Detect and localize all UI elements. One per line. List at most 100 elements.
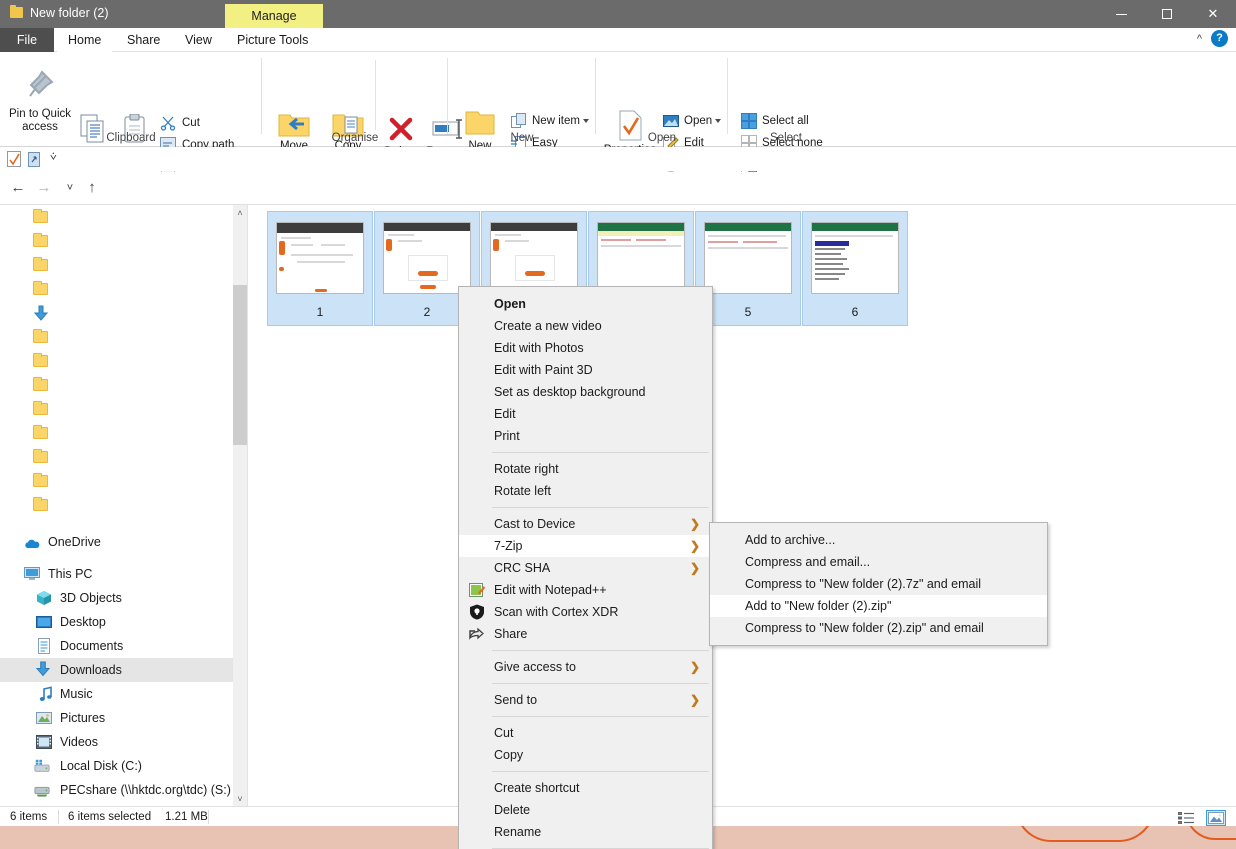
context-menu-item-crc-sha[interactable]: CRC SHA ❯: [459, 557, 712, 579]
context-menu-item-cast-to-device[interactable]: Cast to Device ❯: [459, 513, 712, 535]
submenu-item-compress-to-7z-and-email[interactable]: Compress to "New folder (2).7z" and emai…: [710, 573, 1047, 595]
qat-new-folder-icon[interactable]: [26, 151, 42, 167]
context-menu-item-edit-with-photos[interactable]: Edit with Photos: [459, 337, 712, 359]
sidebar-item-music[interactable]: Music: [0, 682, 233, 706]
navigation-pane-scrollbar[interactable]: ˄ ˅: [233, 205, 247, 807]
sidebar-item-desktop[interactable]: Desktop: [0, 610, 233, 634]
context-menu-item-copy[interactable]: Copy: [459, 744, 712, 766]
minimize-button[interactable]: [1098, 0, 1144, 28]
context-menu-item-rename[interactable]: Rename: [459, 821, 712, 843]
help-icon[interactable]: ?: [1211, 30, 1228, 47]
chevron-down-icon[interactable]: [715, 118, 722, 123]
pin-to-quick-access-button[interactable]: Pin to Quick access: [8, 108, 72, 134]
sidebar-item-downloads[interactable]: Downloads: [0, 658, 233, 682]
file-item-6[interactable]: 6: [802, 211, 908, 326]
submenu-arrow-icon[interactable]: ❯: [690, 535, 700, 557]
context-menu-separator: [492, 452, 709, 453]
sidebar-item-this-pc[interactable]: This PC: [0, 562, 233, 586]
submenu-7zip[interactable]: Add to archive... Compress and email... …: [709, 522, 1048, 646]
submenu-item-add-to-archive[interactable]: Add to archive...: [710, 529, 1047, 551]
context-menu-separator: [492, 771, 709, 772]
pin-label-line1: Pin to Quick: [9, 108, 71, 120]
local-disk-icon: [34, 759, 50, 772]
sidebar-item-documents[interactable]: Documents: [0, 634, 233, 658]
contextual-tab-manage[interactable]: Manage: [225, 4, 323, 28]
music-note-icon: [39, 686, 52, 701]
new-item-icon: [511, 113, 526, 128]
group-label-organise: Organise: [331, 132, 379, 144]
context-menu-item-edit-with-notepadpp[interactable]: Edit with Notepad++: [459, 579, 712, 601]
tab-home[interactable]: Home: [57, 28, 113, 52]
recent-locations-button[interactable]: ˅: [60, 178, 80, 198]
sidebar-item-local-disk-c[interactable]: Local Disk (C:): [0, 754, 233, 778]
background-curve-shape: [1015, 826, 1155, 842]
tab-share[interactable]: Share: [116, 28, 171, 52]
file-item-1[interactable]: 1: [267, 211, 373, 326]
status-size: 1.21 MB: [165, 811, 208, 823]
scroll-up-arrow-icon[interactable]: ˄: [233, 205, 247, 221]
submenu-item-add-to-zip[interactable]: Add to "New folder (2).zip": [710, 595, 1047, 617]
ribbon-group-new: New folder New item Easy access New: [448, 52, 596, 171]
context-menu-item-cut[interactable]: Cut: [459, 722, 712, 744]
details-view-icon[interactable]: [1176, 810, 1196, 826]
context-menu-item-give-access-to[interactable]: Give access to ❯: [459, 656, 712, 678]
context-menu-item-print[interactable]: Print: [459, 425, 712, 447]
up-button[interactable]: ↑: [82, 178, 102, 198]
status-divider: [58, 810, 59, 824]
file-name: 6: [851, 305, 859, 319]
context-menu-separator: [492, 507, 709, 508]
context-menu[interactable]: Open Create a new video Edit with Photos…: [458, 286, 713, 849]
file-thumbnail: [383, 222, 471, 294]
back-button[interactable]: ←: [8, 178, 28, 198]
ribbon: Pin to Quick access Copy Paste: [0, 52, 1236, 175]
context-menu-item-edit[interactable]: Edit: [459, 403, 712, 425]
sidebar-item-pecshare[interactable]: PECshare (\\hktdc.org\tdc) (S:): [0, 778, 233, 802]
context-menu-item-set-as-desktop-background[interactable]: Set as desktop background: [459, 381, 712, 403]
sidebar-item-onedrive[interactable]: OneDrive: [0, 530, 233, 554]
collapse-ribbon-icon[interactable]: ^: [1197, 33, 1202, 45]
file-list-pane[interactable]: 1 2 5 6: [248, 205, 1236, 807]
downloads-arrow-icon: [35, 661, 51, 677]
context-menu-item-delete[interactable]: Delete: [459, 799, 712, 821]
chevron-down-icon[interactable]: [582, 118, 589, 123]
close-button[interactable]: ✕: [1190, 0, 1236, 28]
context-menu-item-7-zip[interactable]: 7-Zip ❯: [459, 535, 712, 557]
context-menu-item-create-shortcut[interactable]: Create shortcut: [459, 777, 712, 799]
open-picture-icon: [663, 115, 679, 127]
quick-access-toolbar: ⩒: [0, 147, 1236, 171]
scroll-down-arrow-icon[interactable]: ˅: [233, 791, 247, 807]
context-menu-item-send-to[interactable]: Send to ❯: [459, 689, 712, 711]
sidebar-item-3d-objects[interactable]: 3D Objects: [0, 586, 233, 610]
context-menu-item-open[interactable]: Open: [459, 293, 712, 315]
submenu-arrow-icon[interactable]: ❯: [690, 557, 700, 579]
tab-file[interactable]: File: [0, 28, 54, 52]
submenu-item-compress-and-email[interactable]: Compress and email...: [710, 551, 1047, 573]
submenu-arrow-icon[interactable]: ❯: [690, 513, 700, 535]
context-menu-item-scan-with-cortex-xdr[interactable]: Scan with Cortex XDR: [459, 601, 712, 623]
inner-divider: [375, 60, 376, 130]
context-menu-item-edit-with-paint-3d[interactable]: Edit with Paint 3D: [459, 359, 712, 381]
cortex-xdr-shield-icon: [470, 604, 484, 620]
select-all-icon: [741, 113, 757, 129]
sidebar-item-pictures[interactable]: Pictures: [0, 706, 233, 730]
scrollbar-thumb[interactable]: [233, 285, 247, 445]
submenu-arrow-icon[interactable]: ❯: [690, 689, 700, 711]
tab-picture-tools[interactable]: Picture Tools: [226, 28, 319, 52]
file-thumbnail: [276, 222, 364, 294]
submenu-item-compress-to-zip-and-email[interactable]: Compress to "New folder (2).zip" and ema…: [710, 617, 1047, 639]
customize-qat-dropdown-icon[interactable]: ⩒: [50, 151, 57, 164]
qat-properties-icon[interactable]: [6, 151, 22, 167]
context-menu-separator: [492, 650, 709, 651]
context-menu-separator: [492, 716, 709, 717]
tab-view[interactable]: View: [174, 28, 223, 52]
context-menu-item-rotate-right[interactable]: Rotate right: [459, 458, 712, 480]
context-menu-item-rotate-left[interactable]: Rotate left: [459, 480, 712, 502]
maximize-button[interactable]: [1144, 0, 1190, 28]
thumbnails-view-icon[interactable]: [1206, 810, 1226, 826]
sidebar-item-videos[interactable]: Videos: [0, 730, 233, 754]
context-menu-item-share[interactable]: Share: [459, 623, 712, 645]
ribbon-tab-bar: File Home Share View Picture Tools ^ ?: [0, 28, 1236, 52]
context-menu-item-create-a-new-video[interactable]: Create a new video: [459, 315, 712, 337]
downloads-arrow-icon[interactable]: [32, 305, 49, 322]
submenu-arrow-icon[interactable]: ❯: [690, 656, 700, 678]
